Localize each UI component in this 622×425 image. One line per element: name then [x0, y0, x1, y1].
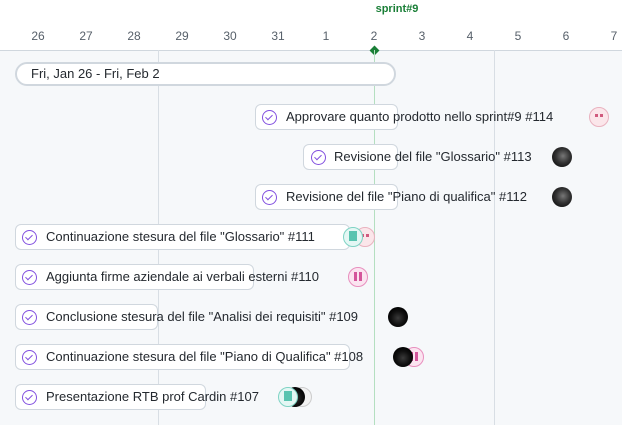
item-title[interactable]: Approvare quanto prodotto nello sprint#9… — [286, 104, 553, 130]
assignee-avatar[interactable] — [589, 107, 609, 127]
timeline-header: sprint#9 26 27 28 29 30 31 1 2 3 4 5 6 7 — [0, 0, 622, 51]
assignee-avatar[interactable] — [393, 347, 413, 367]
day-label: 30 — [223, 29, 237, 43]
assignee-avatar[interactable] — [278, 387, 298, 407]
check-circle-icon — [22, 390, 37, 405]
day-label: 4 — [466, 29, 474, 43]
day-label: 26 — [31, 29, 45, 43]
date-range-pill[interactable]: Fri, Jan 26 - Fri, Feb 2 — [15, 62, 396, 86]
check-circle-icon — [311, 150, 326, 165]
item-title[interactable]: Continuazione stesura del file "Piano di… — [46, 344, 363, 370]
day-label: 2 — [370, 29, 378, 43]
check-circle-icon — [22, 270, 37, 285]
item-title[interactable]: Continuazione stesura del file "Glossari… — [46, 224, 315, 250]
day-label: 31 — [271, 29, 285, 43]
day-label: 5 — [514, 29, 522, 43]
check-circle-icon — [22, 350, 37, 365]
assignee-avatar[interactable] — [343, 227, 363, 247]
item-title[interactable]: Revisione del file "Glossario" #113 — [334, 144, 532, 170]
day-label: 28 — [127, 29, 141, 43]
check-circle-icon — [262, 110, 277, 125]
day-label: 27 — [79, 29, 93, 43]
assignee-avatar[interactable] — [552, 147, 572, 167]
day-label: 3 — [418, 29, 426, 43]
day-label: 1 — [322, 29, 330, 43]
day-label: 6 — [562, 29, 570, 43]
sprint-marker-label[interactable]: sprint#9 — [367, 3, 427, 15]
assignee-avatar[interactable] — [348, 267, 368, 287]
item-title[interactable]: Aggiunta firme aziendale ai verbali este… — [46, 264, 319, 290]
item-title[interactable]: Presentazione RTB prof Cardin #107 — [46, 384, 259, 410]
check-circle-icon — [22, 310, 37, 325]
item-title[interactable]: Revisione del file "Piano di qualifica" … — [286, 184, 527, 210]
day-label: 29 — [175, 29, 189, 43]
item-title[interactable]: Conclusione stesura del file "Analisi de… — [46, 304, 358, 330]
check-circle-icon — [22, 230, 37, 245]
assignee-avatar[interactable] — [388, 307, 408, 327]
assignee-avatar[interactable] — [552, 187, 572, 207]
check-circle-icon — [262, 190, 277, 205]
day-label: 7 — [610, 29, 618, 43]
